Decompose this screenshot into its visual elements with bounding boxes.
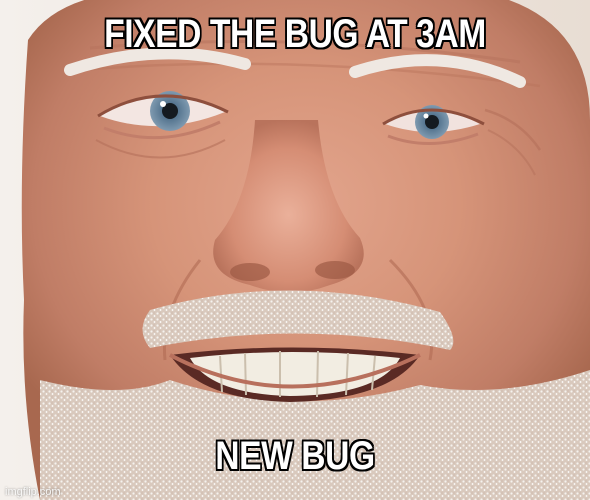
meme-photo <box>0 0 590 500</box>
imgflip-watermark: imgflip.com <box>5 486 61 498</box>
meme-top-caption: FIXED THE BUG AT 3AM <box>104 12 486 56</box>
meme-bottom-caption: NEW BUG <box>215 434 375 478</box>
meme-canvas: FIXED THE BUG AT 3AM NEW BUG imgflip.com <box>0 0 590 500</box>
